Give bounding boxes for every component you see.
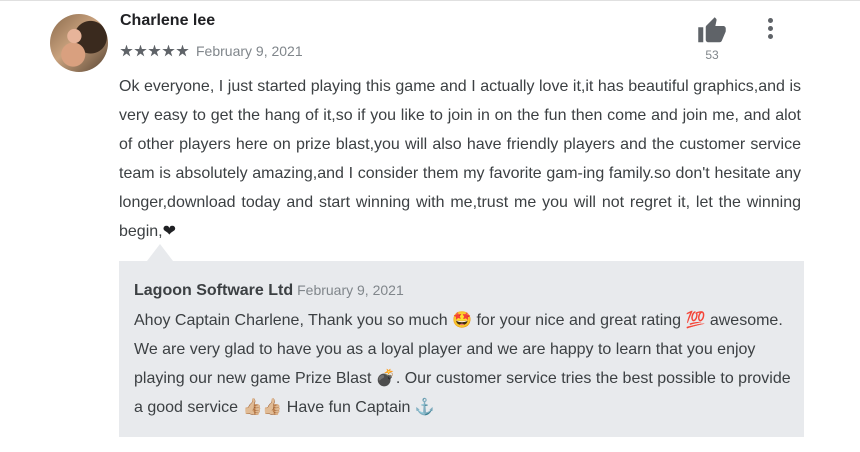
review-text: Ok everyone, I just started playing this… — [119, 78, 801, 240]
review-body: Ok everyone, I just started playing this… — [119, 72, 801, 246]
helpful-button[interactable] — [696, 16, 728, 46]
more-vertical-icon — [767, 18, 773, 23]
review-date: February 9, 2021 — [196, 43, 303, 59]
star-icon — [176, 44, 189, 57]
avatar[interactable] — [50, 14, 108, 72]
reply-header: Lagoon Software Ltd February 9, 2021 — [134, 282, 404, 300]
star-icon — [162, 44, 175, 57]
reply-date: February 9, 2021 — [297, 282, 404, 298]
developer-reply: Lagoon Software Ltd February 9, 2021 Aho… — [119, 261, 804, 437]
thumb-up-icon — [698, 17, 726, 43]
star-icon — [120, 44, 133, 57]
star-icon — [148, 44, 161, 57]
developer-name: Lagoon Software Ltd — [134, 282, 294, 299]
heart-icon: ❤ — [162, 223, 176, 240]
helpful-count: 53 — [705, 48, 719, 62]
rating-row: February 9, 2021 — [120, 43, 303, 59]
more-options-button[interactable] — [758, 15, 782, 45]
star-icon — [134, 44, 147, 57]
reply-pointer — [147, 244, 173, 261]
reply-text: Ahoy Captain Charlene, Thank you so much… — [134, 312, 791, 416]
review-author: Charlene lee — [120, 12, 216, 29]
